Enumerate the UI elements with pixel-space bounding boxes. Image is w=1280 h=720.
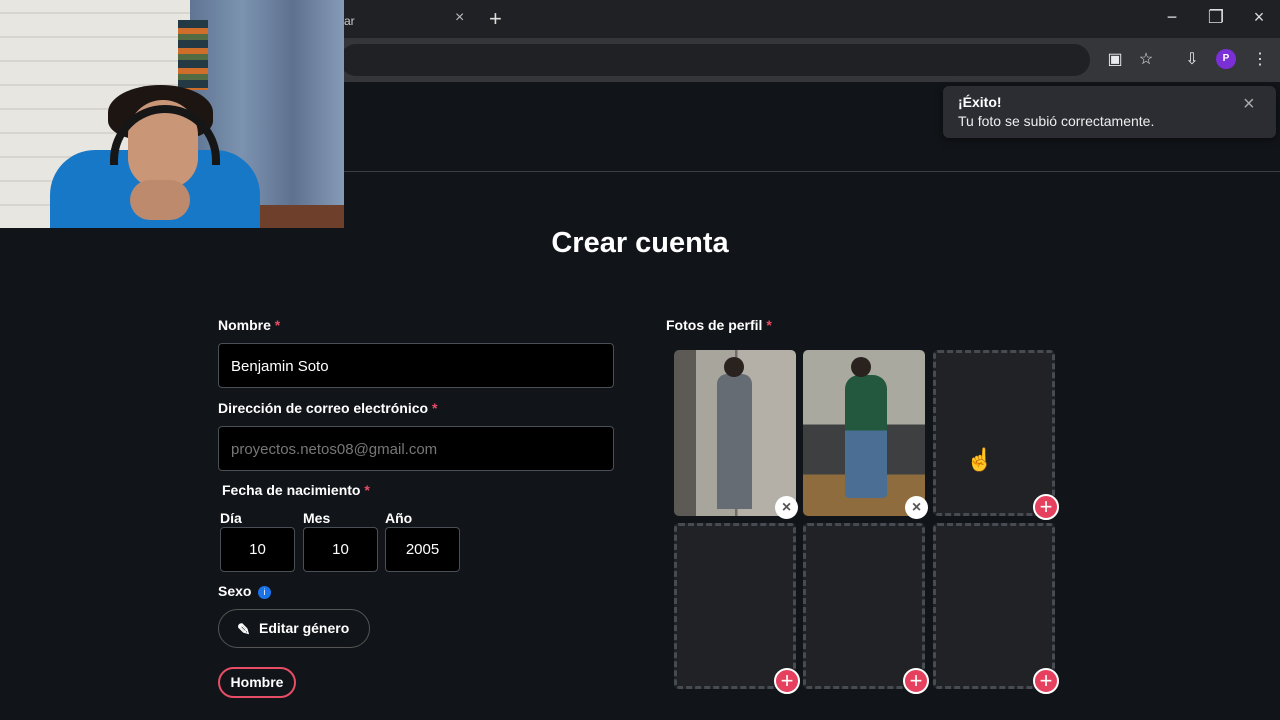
- add-photo-icon[interactable]: +: [1033, 668, 1059, 694]
- add-photo-icon[interactable]: +: [774, 668, 800, 694]
- year-label: Año: [385, 510, 413, 526]
- photo-head: [851, 357, 871, 377]
- required-mark: *: [364, 482, 370, 498]
- month-input[interactable]: 10: [303, 527, 378, 572]
- remove-photo-icon[interactable]: ×: [775, 496, 798, 519]
- page-title: Crear cuenta: [551, 227, 729, 259]
- minimize-button[interactable]: −: [1162, 7, 1182, 31]
- close-window-button[interactable]: ×: [1249, 7, 1269, 31]
- webcam-person-hand: [130, 180, 190, 220]
- empty-photo-slot[interactable]: [674, 523, 796, 689]
- profile-avatar[interactable]: P: [1216, 49, 1236, 69]
- day-label: Día: [220, 510, 242, 526]
- restore-button[interactable]: ❐: [1206, 7, 1226, 31]
- empty-photo-slot[interactable]: [933, 350, 1055, 516]
- empty-photo-slot[interactable]: [933, 523, 1055, 689]
- gender-pill[interactable]: Hombre: [218, 667, 296, 698]
- edit-gender-label: Editar género: [259, 620, 350, 636]
- photo-person: [845, 375, 887, 498]
- year-input[interactable]: 2005: [385, 527, 460, 572]
- birthdate-label: Fecha de nacimiento *: [222, 482, 370, 498]
- edit-gender-button[interactable]: ✎ Editar género: [218, 609, 370, 648]
- profile-photo-1[interactable]: [674, 350, 796, 516]
- download-icon[interactable]: ⇩: [1180, 48, 1204, 72]
- toast-message: Tu foto se subió correctamente.: [958, 113, 1155, 129]
- email-placeholder: proyectos.netos08@gmail.com: [231, 441, 438, 458]
- info-icon[interactable]: i: [258, 586, 271, 599]
- tab-close-icon[interactable]: ×: [455, 9, 464, 27]
- required-mark: *: [766, 317, 772, 333]
- toast-title: ¡Éxito!: [958, 94, 1002, 110]
- required-mark: *: [274, 317, 281, 333]
- photos-label: Fotos de perfil *: [666, 317, 772, 333]
- add-photo-icon[interactable]: +: [903, 668, 929, 694]
- success-toast: ¡Éxito! Tu foto se subió correctamente. …: [943, 86, 1276, 138]
- photo-head: [724, 357, 744, 377]
- day-input[interactable]: 10: [220, 527, 295, 572]
- header-divider: [344, 171, 1280, 172]
- name-label: Nombre *: [218, 317, 281, 333]
- name-input[interactable]: Benjamin Soto: [218, 343, 614, 388]
- email-label: Dirección de correo electrónico *: [218, 400, 438, 416]
- profile-photo-2[interactable]: [803, 350, 925, 516]
- address-bar[interactable]: [340, 44, 1090, 76]
- menu-kebab-icon[interactable]: ⋮: [1248, 48, 1272, 72]
- close-icon[interactable]: ×: [1243, 93, 1255, 116]
- sex-label: Sexo: [218, 583, 252, 599]
- pencil-icon: ✎: [237, 622, 251, 639]
- email-input[interactable]: proyectos.netos08@gmail.com: [218, 426, 614, 471]
- required-mark: *: [431, 400, 438, 416]
- empty-photo-slot[interactable]: [803, 523, 925, 689]
- cast-icon[interactable]: ▣: [1103, 48, 1127, 72]
- mouse-cursor-icon: ☝: [966, 447, 994, 472]
- photo-person: [717, 374, 752, 509]
- bookmark-star-icon[interactable]: ☆: [1134, 48, 1158, 72]
- month-label: Mes: [303, 510, 331, 526]
- new-tab-button[interactable]: +: [489, 6, 502, 32]
- remove-photo-icon[interactable]: ×: [905, 496, 928, 519]
- webcam-overlay: [0, 0, 344, 228]
- browser-tab-title: ar: [344, 14, 355, 28]
- webcam-floor: [250, 205, 344, 228]
- add-photo-icon[interactable]: +: [1033, 494, 1059, 520]
- webcam-chair: [178, 20, 208, 90]
